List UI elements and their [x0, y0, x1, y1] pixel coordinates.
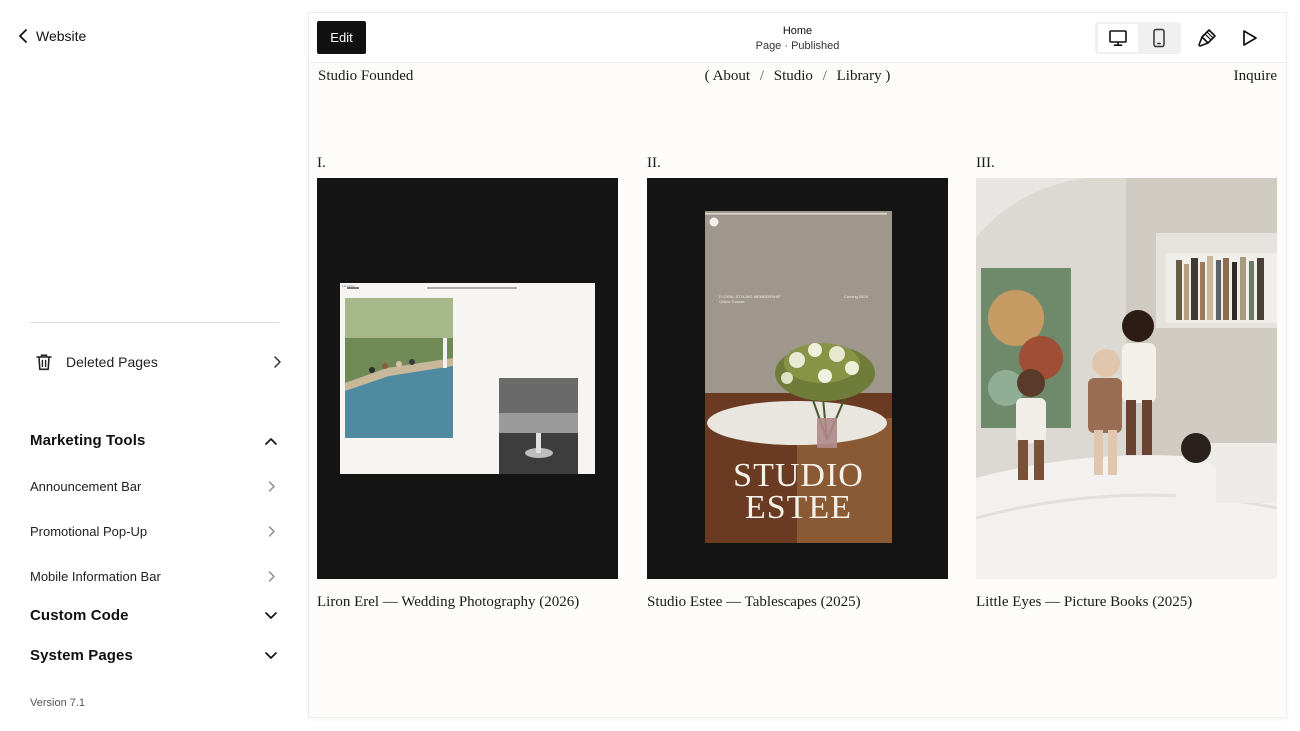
chevron-left-icon [19, 29, 27, 43]
chevron-up-icon [265, 437, 277, 445]
nav-open-paren: ( [704, 68, 710, 84]
sidebar-divider [30, 322, 279, 323]
logo-line-1: STUDIO [733, 457, 864, 494]
deleted-pages-item[interactable]: Deleted Pages [34, 348, 282, 376]
chevron-right-icon [268, 571, 275, 582]
mobile-icon [1153, 28, 1165, 48]
mockup-brand: Liron Erel [342, 284, 355, 288]
back-label: Website [36, 28, 87, 44]
chevron-right-icon [274, 356, 281, 368]
mobile-information-bar-label: Mobile Information Bar [30, 569, 161, 584]
chevron-right-icon [268, 526, 275, 537]
promotional-popup-item[interactable]: Promotional Pop-Up [30, 524, 276, 539]
mockup-course-text: Online Course [719, 299, 745, 304]
play-icon [1243, 30, 1257, 46]
back-to-website-button[interactable]: Website [16, 28, 86, 44]
chevron-down-icon [265, 651, 277, 659]
nav-link-inquire[interactable]: Inquire [1234, 68, 1277, 85]
editor-toolbar: Edit Home Page · Published [309, 13, 1286, 63]
trash-icon [36, 354, 52, 371]
nav-close-paren: ) [885, 68, 891, 84]
project-number: III. [976, 155, 995, 171]
marketing-tools-title: Marketing Tools [30, 432, 146, 449]
system-pages-header[interactable]: System Pages [30, 647, 278, 664]
version-label: Version 7.1 [30, 697, 86, 709]
project-caption[interactable]: Studio Estee — Tablescapes (2025) [647, 594, 948, 611]
paintbrush-icon [1198, 29, 1216, 47]
device-toggle [1095, 22, 1181, 54]
site-nav: ( About / Studio / Library ) [309, 68, 1286, 85]
website-mockup-image [317, 178, 618, 579]
nav-separator: / [759, 68, 764, 84]
project-caption[interactable]: Little Eyes — Picture Books (2025) [976, 594, 1277, 611]
project-number: II. [647, 155, 661, 171]
mobile-view-button[interactable] [1139, 24, 1179, 52]
preview-button[interactable] [1236, 25, 1262, 51]
nav-separator: / [822, 68, 827, 84]
site-styles-button[interactable] [1194, 25, 1220, 51]
desktop-view-button[interactable] [1098, 24, 1138, 52]
nav-link-about[interactable]: About [713, 68, 751, 84]
studio-estee-logo: STUDIO ESTEE [705, 457, 892, 526]
project-card: I. Liron Erel Liron Erel — Wedding Photo… [317, 155, 618, 611]
project-image[interactable] [976, 178, 1277, 579]
deleted-pages-label: Deleted Pages [66, 354, 158, 370]
project-card: III. Little Eyes — Picture Books (2025) [976, 155, 1277, 611]
custom-code-title: Custom Code [30, 607, 129, 624]
children-bed-photo [976, 178, 1277, 579]
mockup-coming-text: Coming 2024 [844, 294, 868, 299]
site-preview-frame: Edit Home Page · Published Studio Founde… [309, 13, 1286, 717]
project-image[interactable]: Liron Erel [317, 178, 618, 579]
project-image[interactable]: FLORAL STYLING MEMBERSHIP Online Course … [647, 178, 948, 579]
project-card: II. FLORAL STYLING MEMBERSHIP Online Cou… [647, 155, 948, 611]
announcement-bar-label: Announcement Bar [30, 479, 142, 494]
project-caption[interactable]: Liron Erel — Wedding Photography (2026) [317, 594, 618, 611]
nav-link-studio[interactable]: Studio [774, 68, 813, 84]
nav-link-library[interactable]: Library [837, 68, 882, 84]
sidebar: Website Deleted Pages Marketing Tools An… [0, 0, 300, 731]
announcement-bar-item[interactable]: Announcement Bar [30, 479, 276, 494]
project-number: I. [317, 155, 326, 171]
promotional-popup-label: Promotional Pop-Up [30, 524, 148, 539]
chevron-right-icon [268, 481, 275, 492]
chevron-down-icon [265, 611, 277, 619]
custom-code-header[interactable]: Custom Code [30, 607, 278, 624]
system-pages-title: System Pages [30, 647, 133, 664]
site-header: Studio Founded ( About / Studio / Librar… [309, 68, 1286, 92]
mobile-information-bar-item[interactable]: Mobile Information Bar [30, 569, 276, 584]
logo-line-2: ESTEE [745, 489, 852, 526]
marketing-tools-header[interactable]: Marketing Tools [30, 432, 278, 449]
desktop-icon [1109, 30, 1127, 46]
